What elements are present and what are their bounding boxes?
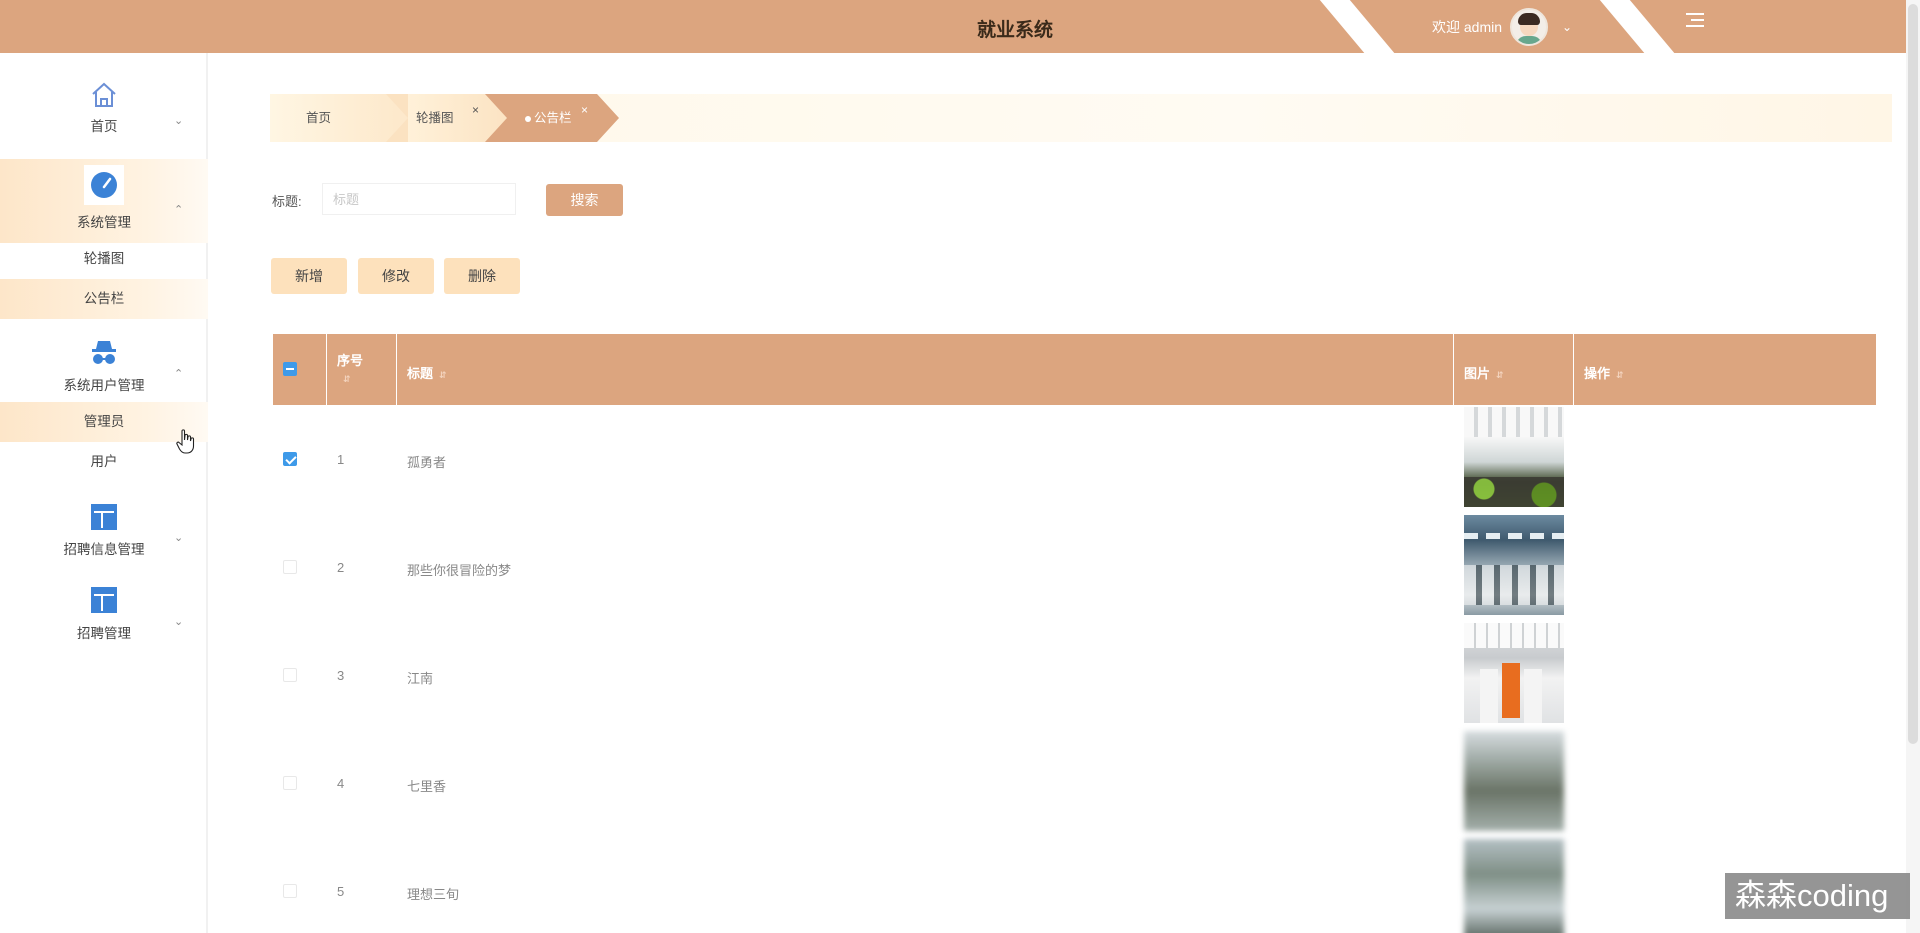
sidebar-item-system[interactable]: 系统管理 ⌃: [0, 159, 208, 243]
chevron-up-icon: ⌃: [174, 204, 184, 216]
row-image[interactable]: [1464, 623, 1564, 723]
column-header-image[interactable]: 图片 ⇵: [1454, 334, 1574, 405]
sort-icon[interactable]: ⇵: [1496, 370, 1504, 380]
sort-icon[interactable]: ⇵: [439, 370, 447, 380]
home-icon: [92, 82, 116, 107]
column-header-select: [273, 334, 327, 405]
page-scrollbar[interactable]: [1906, 0, 1920, 933]
layout-icon: [91, 504, 117, 530]
row-checkbox[interactable]: [283, 884, 297, 898]
cell-title: 江南: [407, 671, 434, 686]
select-all-checkbox[interactable]: [283, 362, 297, 376]
cell-index: 2: [337, 560, 345, 575]
hand-cursor-icon: [176, 429, 195, 454]
sidebar-item-recruit[interactable]: 招聘管理 ⌄: [0, 583, 208, 663]
cell-index: 5: [337, 884, 345, 899]
cell-title: 孤勇者: [407, 455, 447, 470]
title-search-input[interactable]: [322, 183, 516, 215]
sidebar-item-recruit-info[interactable]: 招聘信息管理 ⌄: [0, 499, 208, 579]
table-row[interactable]: 2 那些你很冒险的梦: [273, 513, 1876, 621]
chevron-down-icon: ⌄: [174, 616, 184, 628]
column-header-index[interactable]: 序号 ⇵: [327, 334, 397, 405]
watermark: 森森coding: [1725, 873, 1910, 919]
incognito-icon: [92, 341, 116, 364]
row-image[interactable]: [1464, 407, 1564, 507]
chevron-up-icon: ⌃: [174, 368, 184, 380]
sort-icon[interactable]: ⇵: [343, 374, 351, 385]
table-header: 序号 ⇵ 标题 ⇵ 图片 ⇵ 操作 ⇵: [273, 334, 1876, 405]
chevron-down-icon[interactable]: ⌄: [1562, 20, 1572, 34]
row-checkbox[interactable]: [283, 776, 297, 790]
tabs-bar: 首页 轮播图 × 公告栏 ×: [270, 94, 1892, 142]
cell-title: 理想三旬: [407, 887, 460, 902]
column-header-title[interactable]: 标题 ⇵: [397, 334, 1454, 405]
column-header-ops[interactable]: 操作 ⇵: [1574, 334, 1876, 405]
active-dot-icon: [525, 115, 531, 122]
tab-label: 公告栏: [534, 111, 572, 125]
avatar[interactable]: [1510, 8, 1549, 46]
row-image[interactable]: [1464, 515, 1564, 615]
row-image[interactable]: [1464, 839, 1564, 933]
gauge-icon: [91, 172, 117, 198]
notice-table: 序号 ⇵ 标题 ⇵ 图片 ⇵ 操作 ⇵ 1 孤勇者 2 那些你很冒险的梦 3 江南 4…: [273, 334, 1876, 933]
edit-button[interactable]: 修改: [358, 258, 434, 294]
sort-icon[interactable]: ⇵: [1616, 370, 1624, 380]
row-checkbox[interactable]: [283, 560, 297, 574]
table-row[interactable]: 4 七里香: [273, 729, 1876, 837]
tab-label: 轮播图: [416, 111, 454, 125]
sidebar-subitem-carousel[interactable]: 轮播图: [0, 239, 208, 279]
add-button[interactable]: 新增: [271, 258, 347, 294]
layout-icon: [91, 587, 117, 613]
cell-index: 3: [337, 668, 345, 683]
cell-title: 七里香: [407, 779, 447, 794]
tab-home[interactable]: 首页: [270, 94, 418, 142]
cell-title: 那些你很冒险的梦: [407, 563, 512, 578]
user-menu[interactable]: 欢迎 admin ⌄: [1432, 8, 1572, 46]
table-row[interactable]: 3 江南: [273, 621, 1876, 729]
row-checkbox[interactable]: [283, 668, 297, 682]
chevron-down-icon: ⌄: [174, 115, 184, 127]
row-checkbox[interactable]: [283, 452, 297, 466]
cell-index: 4: [337, 776, 345, 791]
welcome-text: 欢迎 admin: [1432, 19, 1503, 35]
search-label: 标题:: [272, 194, 302, 209]
sidebar-subitem-notice[interactable]: 公告栏: [0, 279, 208, 319]
menu-toggle-icon[interactable]: [1686, 13, 1704, 29]
top-header: 就业系统 欢迎 admin ⌄: [0, 0, 1906, 53]
delete-button[interactable]: 删除: [444, 258, 520, 294]
sidebar-item-home[interactable]: 首页 ⌄: [0, 80, 208, 150]
sidebar: 首页 ⌄ 系统管理 ⌃ 轮播图 公告栏 系统用户管理 ⌃ 管理员 用户 招聘信息…: [0, 53, 208, 933]
chevron-down-icon: ⌄: [174, 532, 184, 544]
close-icon[interactable]: ×: [581, 86, 588, 134]
search-button[interactable]: 搜索: [546, 184, 623, 216]
cell-index: 1: [337, 452, 345, 467]
row-image[interactable]: [1464, 731, 1564, 831]
table-row[interactable]: 5 理想三旬: [273, 837, 1876, 933]
close-icon[interactable]: ×: [472, 86, 479, 134]
tab-notice[interactable]: 公告栏 ×: [485, 94, 619, 142]
table-row[interactable]: 1 孤勇者: [273, 405, 1876, 513]
tab-label: 首页: [306, 111, 332, 125]
